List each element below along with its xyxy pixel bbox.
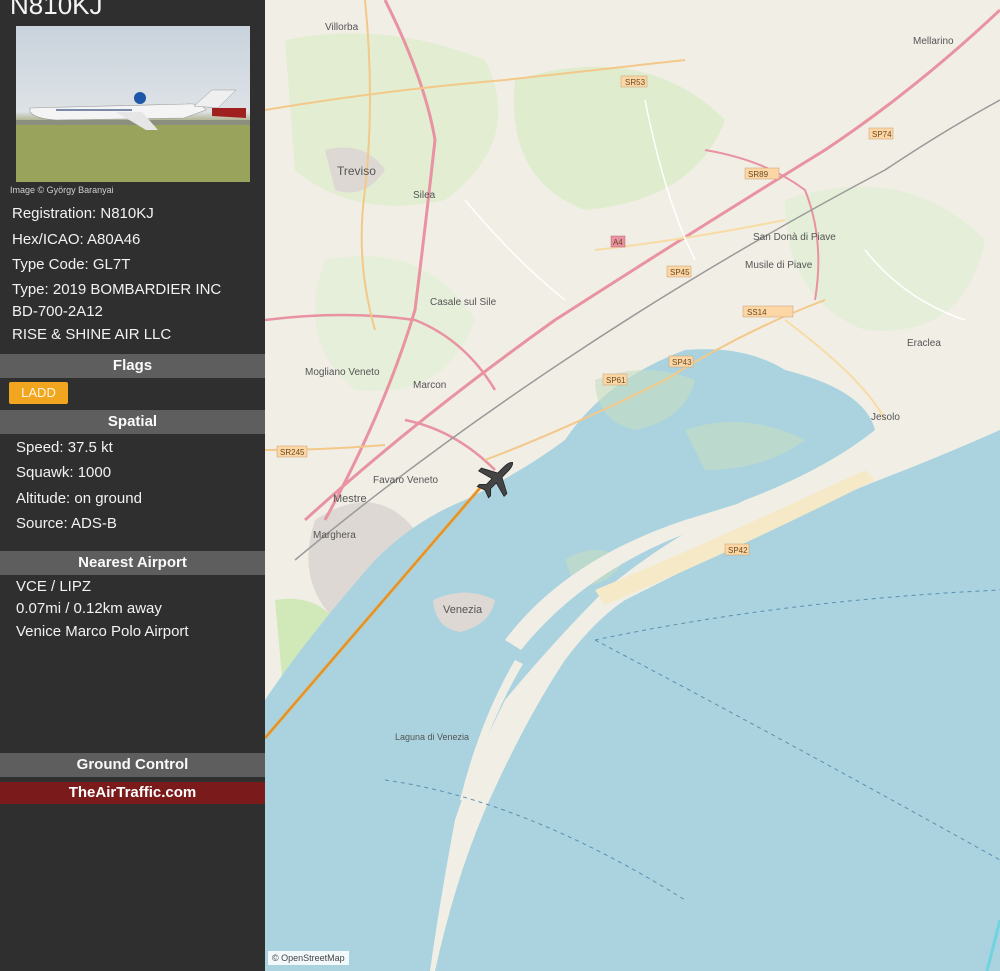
map-view[interactable]: Villorba Treviso Silea Casale sul Sile M… (265, 0, 1000, 971)
aircraft-type: Type: 2019 BOMBARDIER INC (12, 281, 222, 298)
road-label-sp43: SP43 (672, 358, 692, 367)
place-label-marcon: Marcon (413, 380, 446, 391)
place-label-silea: Silea (413, 190, 436, 201)
place-label-casale: Casale sul Sile (430, 297, 497, 308)
road-label-a4: A4 (613, 238, 623, 247)
squawk: Squawk: 1000 (16, 464, 112, 481)
theairtraffic-link[interactable]: TheAirTraffic.com (0, 782, 265, 804)
road-label-sp61: SP61 (606, 376, 626, 385)
airport-distance: 0.07mi / 0.12km away (16, 600, 162, 617)
place-label-treviso: Treviso (337, 164, 376, 178)
map-canvas[interactable]: Villorba Treviso Silea Casale sul Sile M… (265, 0, 1000, 971)
road-label-sr53: SR53 (625, 78, 646, 87)
place-label-laguna: Laguna di Venezia (395, 732, 469, 742)
ground-control-header: Ground Control (0, 753, 265, 777)
flags-header: Flags (0, 354, 265, 378)
place-label-marghera: Marghera (313, 530, 356, 541)
type-code: Type Code: GL7T (12, 256, 131, 273)
place-label-jesolo: Jesolo (871, 412, 900, 423)
road-label-sr245: SR245 (280, 448, 305, 457)
place-label-mellarine: Mellarino (913, 36, 954, 47)
speed: Speed: 37.5 kt (16, 439, 113, 456)
place-label-venezia: Venezia (443, 604, 483, 616)
aircraft-info-panel: N810KJ Image © György Baranyai Registrat… (0, 0, 265, 971)
hex-icao: Hex/ICAO: A80A46 (12, 231, 141, 248)
road-label-sp74: SP74 (872, 130, 892, 139)
airport-name: Venice Marco Polo Airport (16, 623, 189, 640)
registration: Registration: N810KJ (12, 205, 154, 222)
aircraft-model: BD-700-2A12 (12, 303, 103, 320)
place-label-mestre: Mestre (333, 493, 367, 505)
road-label-sp42: SP42 (728, 546, 748, 555)
place-label-favaro: Favaro Veneto (373, 475, 438, 486)
spatial-header: Spatial (0, 410, 265, 434)
place-label-dona: San Donà di Piave (753, 232, 836, 243)
place-label-musile: Musile di Piave (745, 260, 813, 271)
nearest-airport-header: Nearest Airport (0, 551, 265, 575)
altitude: Altitude: on ground (16, 490, 142, 507)
place-label-mogliano: Mogliano Veneto (305, 367, 380, 378)
road-label-sp45: SP45 (670, 268, 690, 277)
road-label-sr89: SR89 (748, 170, 769, 179)
place-label-eraclea: Eraclea (907, 338, 941, 349)
map-attribution[interactable]: © OpenStreetMap (268, 951, 349, 965)
photo-credit: Image © György Baranyai (10, 185, 114, 195)
aircraft-owner: RISE & SHINE AIR LLC (12, 326, 172, 343)
source: Source: ADS-B (16, 515, 117, 532)
aircraft-callsign: N810KJ (10, 0, 103, 20)
road-label-ss14: SS14 (747, 308, 767, 317)
ladd-flag-badge: LADD (9, 382, 68, 404)
aircraft-photo (16, 26, 250, 182)
airport-code: VCE / LIPZ (16, 578, 92, 595)
place-label-villorba: Villorba (325, 22, 359, 33)
